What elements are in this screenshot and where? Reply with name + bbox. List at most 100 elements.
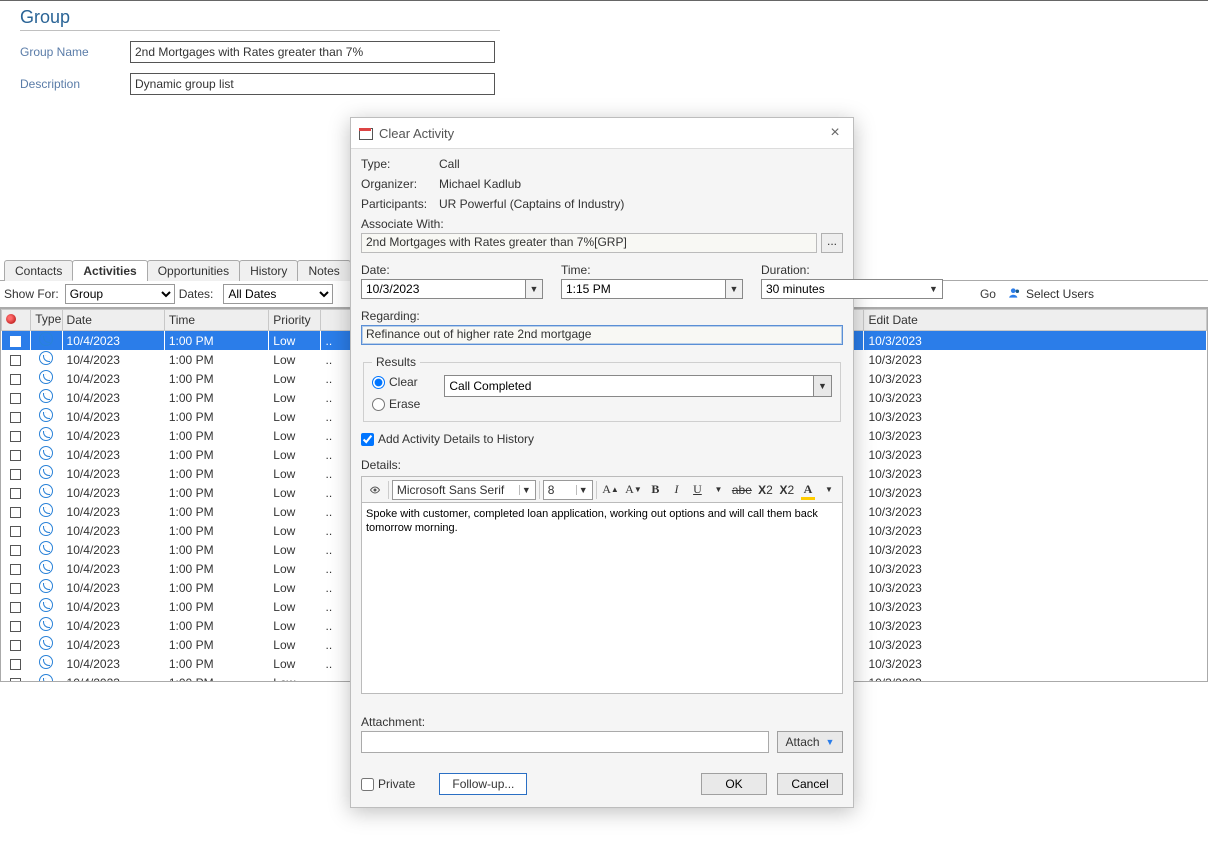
attach-button[interactable]: Attach ▼	[777, 731, 843, 753]
private-checkbox[interactable]	[361, 778, 374, 791]
row-date: 10/4/2023	[62, 673, 164, 682]
result-dropdown-icon[interactable]: ▼	[813, 376, 831, 396]
row-checkbox[interactable]	[10, 526, 21, 537]
row-time: 1:00 PM	[164, 673, 268, 682]
row-checkbox[interactable]	[10, 393, 21, 404]
group-desc-input[interactable]: Dynamic group list	[130, 73, 495, 95]
col-priority[interactable]: Priority	[269, 310, 321, 331]
show-for-label: Show For:	[4, 287, 59, 301]
row-checkbox[interactable]	[10, 336, 21, 347]
row-priority: Low	[269, 673, 321, 682]
go-link[interactable]: Go	[980, 287, 996, 301]
associate-label: Associate With:	[361, 217, 843, 231]
date-dropdown-icon[interactable]: ▼	[525, 280, 542, 298]
row-checkbox[interactable]	[10, 545, 21, 556]
font-decrease-icon[interactable]: A▼	[622, 480, 644, 500]
date-input[interactable]	[362, 280, 525, 298]
followup-button[interactable]: Follow-up...	[439, 773, 527, 795]
call-icon	[39, 484, 53, 498]
row-checkbox[interactable]	[10, 412, 21, 423]
row-checkbox[interactable]	[10, 640, 21, 651]
italic-icon[interactable]: I	[666, 480, 686, 500]
row-checkbox[interactable]	[10, 431, 21, 442]
row-checkbox[interactable]	[10, 469, 21, 480]
row-checkbox[interactable]	[10, 374, 21, 385]
date-combo[interactable]: ▼	[361, 279, 543, 299]
row-date: 10/4/2023	[62, 597, 164, 616]
font-size-combo[interactable]: 8 ▼	[543, 480, 593, 500]
duration-input[interactable]	[762, 280, 925, 298]
row-priority: Low	[269, 369, 321, 388]
tab-opportunities[interactable]: Opportunities	[147, 260, 240, 281]
row-checkbox[interactable]	[10, 583, 21, 594]
col-time[interactable]: Time	[164, 310, 268, 331]
attach-button-label: Attach	[786, 735, 820, 749]
font-name-dropdown-icon[interactable]: ▼	[519, 485, 533, 495]
row-checkbox[interactable]	[10, 564, 21, 575]
call-icon	[39, 446, 53, 460]
preview-icon[interactable]	[365, 480, 385, 500]
ok-button[interactable]: OK	[701, 773, 767, 795]
col-flag[interactable]	[2, 310, 31, 331]
row-editdate: 10/3/2023	[864, 407, 1207, 426]
font-increase-icon[interactable]: A▲	[600, 480, 622, 500]
group-name-input[interactable]: 2nd Mortgages with Rates greater than 7%	[130, 41, 495, 63]
tab-activities[interactable]: Activities	[72, 260, 147, 281]
font-color-dropdown-icon[interactable]: ▼	[819, 480, 839, 500]
row-checkbox[interactable]	[10, 602, 21, 613]
add-history-checkbox[interactable]	[361, 433, 374, 446]
tab-history[interactable]: History	[239, 260, 298, 281]
row-checkbox[interactable]	[10, 488, 21, 499]
associate-browse-button[interactable]: ...	[821, 233, 843, 253]
row-date: 10/4/2023	[62, 654, 164, 673]
underline-dropdown-icon[interactable]: ▼	[708, 480, 728, 500]
private-item[interactable]: Private	[361, 777, 415, 791]
duration-dropdown-icon[interactable]: ▼	[925, 280, 942, 298]
row-date: 10/4/2023	[62, 426, 164, 445]
col-date[interactable]: Date	[62, 310, 164, 331]
row-time: 1:00 PM	[164, 635, 268, 654]
strike-icon[interactable]: abe	[729, 480, 754, 500]
underline-icon[interactable]: U	[687, 480, 707, 500]
bold-icon[interactable]: B	[645, 480, 665, 500]
col-editdate[interactable]: Edit Date	[864, 310, 1207, 331]
erase-radio[interactable]	[372, 398, 385, 411]
row-checkbox[interactable]	[10, 621, 21, 632]
call-icon	[39, 389, 53, 403]
font-color-icon[interactable]: A	[798, 480, 818, 500]
col-type[interactable]: Type	[31, 310, 62, 331]
result-input[interactable]	[445, 376, 813, 396]
time-dropdown-icon[interactable]: ▼	[725, 280, 742, 298]
clear-radio[interactable]	[372, 376, 385, 389]
font-size-dropdown-icon[interactable]: ▼	[576, 485, 590, 495]
select-users-link[interactable]: Select Users	[1008, 286, 1094, 303]
regarding-input[interactable]: Refinance out of higher rate 2nd mortgag…	[361, 325, 843, 345]
row-checkbox[interactable]	[10, 678, 21, 682]
time-input[interactable]	[562, 280, 725, 298]
row-checkbox[interactable]	[10, 659, 21, 670]
row-priority: Low	[269, 654, 321, 673]
subscript-icon[interactable]: X2	[755, 480, 775, 500]
cancel-button[interactable]: Cancel	[777, 773, 843, 795]
font-name-combo[interactable]: Microsoft Sans Serif ▼	[392, 480, 536, 500]
row-checkbox[interactable]	[10, 355, 21, 366]
row-checkbox[interactable]	[10, 507, 21, 518]
details-textarea[interactable]: Spoke with customer, completed loan appl…	[361, 502, 843, 694]
call-icon	[39, 522, 53, 536]
tab-contacts[interactable]: Contacts	[4, 260, 73, 281]
add-history-item[interactable]: Add Activity Details to History	[361, 432, 843, 446]
row-editdate: 10/3/2023	[864, 559, 1207, 578]
erase-radio-item[interactable]: Erase	[372, 397, 420, 411]
show-for-select[interactable]: Group	[65, 284, 175, 304]
associate-input[interactable]: 2nd Mortgages with Rates greater than 7%…	[361, 233, 817, 253]
superscript-icon[interactable]: X2	[777, 480, 797, 500]
duration-combo[interactable]: ▼	[761, 279, 943, 299]
close-button[interactable]: ×	[825, 124, 845, 142]
clear-radio-item[interactable]: Clear	[372, 375, 420, 389]
time-combo[interactable]: ▼	[561, 279, 743, 299]
attachment-input[interactable]	[361, 731, 769, 753]
result-combo[interactable]: ▼	[444, 375, 832, 397]
tab-notes[interactable]: Notes	[297, 260, 350, 281]
dates-select[interactable]: All Dates	[223, 284, 333, 304]
row-checkbox[interactable]	[10, 450, 21, 461]
